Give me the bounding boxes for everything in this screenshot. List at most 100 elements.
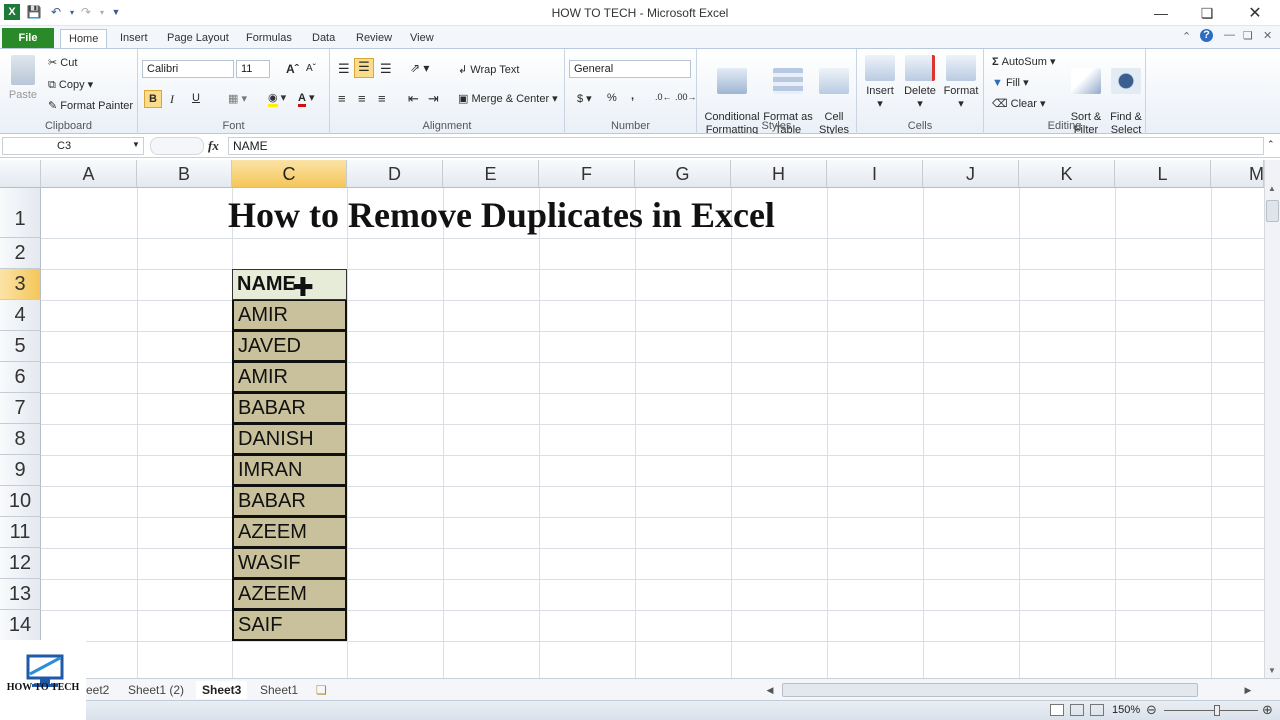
restore-icon[interactable]: ❏ bbox=[1184, 0, 1230, 26]
row-header[interactable]: 5 bbox=[0, 331, 41, 362]
sheet-tab[interactable]: Sheet1 (2) bbox=[122, 681, 190, 699]
horizontal-scroll-thumb[interactable] bbox=[782, 683, 1198, 697]
paste-button[interactable]: Paste bbox=[6, 55, 40, 102]
column-header[interactable]: G bbox=[635, 160, 731, 188]
increase-decimal-icon[interactable]: .0← bbox=[655, 92, 672, 102]
column-header[interactable]: K bbox=[1019, 160, 1115, 188]
column-header[interactable]: E bbox=[443, 160, 539, 188]
row-header[interactable]: 2 bbox=[0, 238, 41, 269]
name-cell[interactable]: IMRAN bbox=[232, 455, 347, 486]
expand-formula-icon[interactable]: ⌃ bbox=[1267, 139, 1275, 150]
column-header[interactable]: H bbox=[731, 160, 827, 188]
zoom-in-icon[interactable]: ⊕ bbox=[1262, 702, 1273, 718]
name-cell[interactable]: AMIR bbox=[232, 300, 347, 331]
shrink-font-icon[interactable]: Aˇ bbox=[306, 63, 316, 74]
row-header[interactable]: 12 bbox=[0, 548, 41, 579]
italic-button[interactable]: I bbox=[170, 92, 174, 107]
name-cell[interactable]: AZEEM bbox=[232, 579, 347, 610]
scroll-thumb[interactable] bbox=[1266, 200, 1279, 222]
tab-data[interactable]: Data bbox=[304, 29, 343, 48]
currency-button[interactable]: $ ▾ bbox=[577, 92, 592, 105]
tab-page-layout[interactable]: Page Layout bbox=[159, 29, 237, 48]
name-cell[interactable]: BABAR bbox=[232, 393, 347, 424]
font-name-select[interactable]: Calibri bbox=[142, 60, 234, 78]
name-header-cell[interactable]: NAME bbox=[232, 269, 347, 300]
decrease-decimal-icon[interactable]: .00→ bbox=[675, 92, 697, 102]
hscroll-right-icon[interactable]: ▶ bbox=[1240, 682, 1256, 698]
sheet-title[interactable]: How to Remove Duplicates in Excel bbox=[228, 194, 775, 236]
name-cell[interactable]: AMIR bbox=[232, 362, 347, 393]
align-center-icon[interactable]: ≡ bbox=[358, 91, 366, 106]
name-cell[interactable]: SAIF bbox=[232, 610, 347, 641]
borders-icon[interactable]: ▦ ▾ bbox=[228, 92, 247, 105]
row-header[interactable]: 11 bbox=[0, 517, 41, 548]
grow-font-icon[interactable]: Aˆ bbox=[286, 62, 299, 76]
insert-cells-button[interactable]: Insert ▾ bbox=[861, 55, 899, 111]
copy-button[interactable]: ⧉ Copy ▾ bbox=[48, 78, 93, 92]
hscroll-left-icon[interactable]: ◀ bbox=[762, 682, 778, 698]
sheet-tab[interactable]: Sheet1 bbox=[254, 681, 304, 699]
increase-indent-icon[interactable]: ⇥ bbox=[428, 91, 439, 107]
row-header[interactable]: 8 bbox=[0, 424, 41, 455]
select-all-corner[interactable] bbox=[0, 160, 41, 188]
column-header[interactable]: I bbox=[827, 160, 923, 188]
name-box-dropdown-icon[interactable]: ▼ bbox=[132, 140, 140, 149]
zoom-slider-thumb[interactable] bbox=[1214, 705, 1220, 716]
row-header[interactable]: 9 bbox=[0, 455, 41, 486]
orientation-icon[interactable]: ⇗ ▾ bbox=[410, 61, 429, 75]
column-header[interactable]: C bbox=[232, 160, 347, 188]
row-header[interactable]: 13 bbox=[0, 579, 41, 610]
row-header[interactable]: 14 bbox=[0, 610, 41, 641]
column-header[interactable]: M bbox=[1211, 160, 1264, 188]
cut-button[interactable]: ✂ Cut bbox=[48, 56, 77, 69]
delete-cells-button[interactable]: Delete ▾ bbox=[901, 55, 939, 111]
align-top-icon[interactable]: ☰ bbox=[338, 61, 350, 77]
close-icon[interactable]: ✕ bbox=[1232, 0, 1278, 26]
page-layout-view-icon[interactable] bbox=[1070, 704, 1084, 716]
decrease-indent-icon[interactable]: ⇤ bbox=[408, 91, 419, 107]
wrap-text-button[interactable]: ↲ Wrap Text bbox=[458, 63, 519, 76]
autosum-button[interactable]: Σ AutoSum ▾ bbox=[992, 55, 1056, 68]
align-middle-icon[interactable]: ☰ bbox=[354, 58, 374, 78]
zoom-out-icon[interactable]: ⊖ bbox=[1146, 702, 1157, 718]
name-box[interactable]: C3 bbox=[2, 137, 144, 155]
clear-button[interactable]: ⌫ Clear ▾ bbox=[992, 97, 1046, 110]
column-header[interactable]: F bbox=[539, 160, 635, 188]
row-header[interactable]: 7 bbox=[0, 393, 41, 424]
fill-button[interactable]: ▼ Fill ▾ bbox=[992, 76, 1029, 89]
align-left-icon[interactable]: ≡ bbox=[338, 91, 346, 106]
scroll-up-icon[interactable]: ▲ bbox=[1268, 184, 1276, 193]
name-cell[interactable]: JAVED bbox=[232, 331, 347, 362]
formula-input[interactable]: NAME bbox=[228, 137, 1264, 155]
bold-button[interactable]: B bbox=[144, 90, 162, 108]
scroll-down-icon[interactable]: ▼ bbox=[1268, 666, 1276, 675]
merge-center-button[interactable]: ▣ Merge & Center ▾ bbox=[458, 92, 558, 105]
column-header[interactable]: D bbox=[347, 160, 443, 188]
tab-view[interactable]: View bbox=[402, 29, 442, 48]
insert-sheet-icon[interactable]: ❏ bbox=[310, 681, 333, 699]
name-cell[interactable]: DANISH bbox=[232, 424, 347, 455]
tab-review[interactable]: Review bbox=[348, 29, 400, 48]
fill-color-icon[interactable]: ◉ ▾ bbox=[268, 91, 286, 107]
page-break-view-icon[interactable] bbox=[1090, 704, 1104, 716]
align-bottom-icon[interactable]: ☰ bbox=[380, 61, 392, 77]
workbook-minimize-icon[interactable]: — bbox=[1224, 29, 1235, 41]
minimize-icon[interactable]: — bbox=[1138, 0, 1184, 26]
row-header[interactable]: 3 bbox=[0, 269, 41, 300]
normal-view-icon[interactable] bbox=[1050, 704, 1064, 716]
number-format-select[interactable]: General bbox=[569, 60, 691, 78]
name-cell[interactable]: BABAR bbox=[232, 486, 347, 517]
font-size-select[interactable]: 11 bbox=[236, 60, 270, 78]
tab-home[interactable]: Home bbox=[60, 29, 108, 48]
name-cell[interactable]: AZEEM bbox=[232, 517, 347, 548]
row-header[interactable]: 4 bbox=[0, 300, 41, 331]
worksheet-grid[interactable]: A B C D E F G H I J K L M 1 2 3 4 5 6 7 … bbox=[0, 160, 1264, 678]
column-header[interactable]: A bbox=[41, 160, 137, 188]
column-header[interactable]: J bbox=[923, 160, 1019, 188]
align-right-icon[interactable]: ≡ bbox=[378, 91, 386, 106]
tab-file[interactable]: File bbox=[2, 28, 54, 48]
comma-button[interactable]: , bbox=[631, 90, 634, 102]
format-cells-button[interactable]: Format ▾ bbox=[941, 55, 981, 111]
underline-button[interactable]: U bbox=[192, 92, 200, 104]
column-header[interactable]: L bbox=[1115, 160, 1211, 188]
